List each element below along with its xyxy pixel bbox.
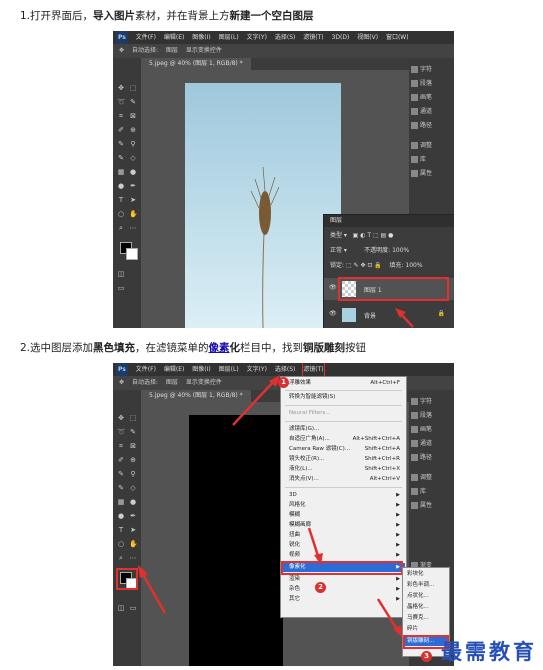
step-badge-2: 2: [315, 582, 326, 593]
screenshot-1: Ps 文件(F) 编辑(E) 图像(I) 图层(L) 文字(Y) 选择(S) 滤…: [113, 31, 454, 328]
step-badge-3: 3: [421, 651, 432, 662]
step-badge-1: 1: [278, 377, 289, 388]
red-annotation-arrows: [138, 375, 402, 637]
pixelate-link[interactable]: 像素: [209, 342, 230, 354]
watermark-logo: 最需教育: [441, 639, 537, 664]
red-arrow-1: [395, 308, 414, 328]
step-2-instruction: 2.选中图层添加黑色填充，在滤镜菜单的像素化栏目中，找到铜版雕刻按钮: [20, 342, 367, 354]
screenshot-2: Ps 文件(F) 编辑(E) 图像(I) 图层(L) 文字(Y) 选择(S) 滤…: [113, 363, 454, 666]
step-1-instruction: 1.打开界面后，导入图片素材，并在背景上方新建一个空白图层: [20, 10, 314, 22]
